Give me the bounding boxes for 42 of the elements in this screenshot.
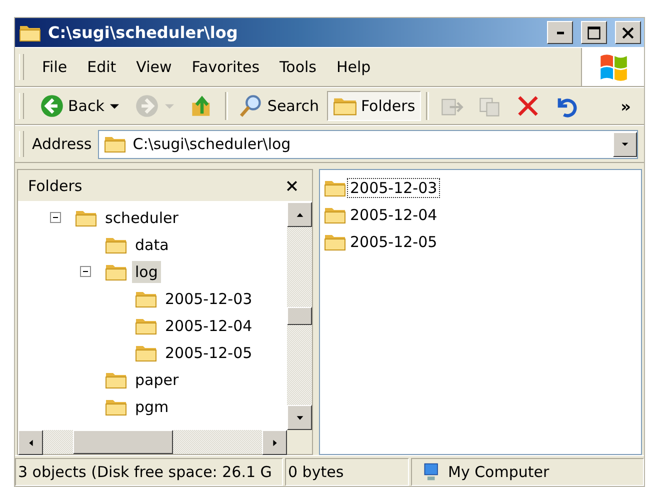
close-button[interactable] (615, 21, 641, 44)
folder-name[interactable]: 2005-12-03 (347, 178, 440, 198)
tree-item[interactable]: 2005-12-05 (162, 342, 256, 364)
tree-item[interactable]: 2005-12-03 (162, 288, 256, 310)
tree-item[interactable]: data (132, 234, 172, 256)
dropdown-button[interactable] (613, 132, 637, 156)
folder-name[interactable]: 2005-12-04 (347, 204, 440, 224)
status-zone: My Computer (448, 463, 550, 481)
menu-item[interactable]: File (32, 55, 78, 79)
back-button[interactable]: Back (34, 91, 128, 121)
menu-item[interactable]: Help (326, 55, 381, 79)
horizontal-scrollbar[interactable] (18, 430, 287, 454)
maximize-icon (585, 24, 603, 42)
menu-item[interactable]: Edit (77, 55, 126, 79)
address-field[interactable]: C:\sugi\scheduler\log (98, 130, 638, 158)
vertical-scrollbar[interactable] (287, 202, 312, 430)
tree-item[interactable]: 2005-12-04 (162, 314, 256, 336)
pane-title: Folders (28, 176, 82, 194)
tree-item[interactable]: log (132, 260, 161, 282)
tree-item[interactable]: pgm (132, 396, 172, 418)
maximize-button[interactable] (581, 21, 607, 44)
minimize-icon (556, 30, 564, 34)
status-text: 3 objects (Disk free space: 26.1 G (15, 458, 283, 486)
scroll-thumb[interactable] (73, 430, 173, 454)
menu-item[interactable]: View (126, 55, 182, 79)
address-label: Address (32, 135, 92, 153)
delete-icon (516, 94, 540, 118)
magnifier-icon (239, 94, 264, 118)
tree-item[interactable]: paper (132, 368, 182, 390)
search-button[interactable]: Search (233, 91, 325, 121)
folders-button[interactable]: Folders (326, 91, 422, 121)
collapse-icon[interactable] (50, 212, 61, 223)
status-size: 0 bytes (285, 458, 409, 486)
menu-item[interactable]: Tools (270, 55, 326, 79)
menu-item[interactable]: Favorites (182, 55, 270, 79)
folder-name[interactable]: 2005-12-05 (347, 232, 440, 252)
more-button[interactable]: » (616, 91, 636, 121)
minimize-button[interactable] (547, 21, 573, 44)
scroll-thumb[interactable] (287, 307, 312, 325)
collapse-icon[interactable] (80, 266, 91, 277)
tree-item[interactable]: scheduler (102, 206, 182, 228)
window-title: C:\sugi\scheduler\log (48, 23, 239, 42)
